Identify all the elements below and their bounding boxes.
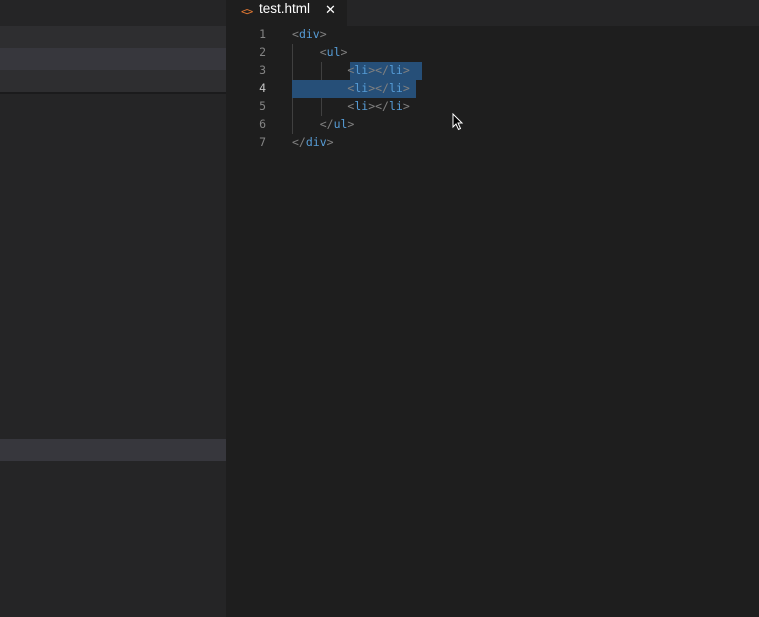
code-brackets-icon: <> bbox=[241, 5, 253, 18]
side-panel-row[interactable] bbox=[0, 70, 226, 92]
app-window: <> test.html ✕ 1 <div> 2 <ul> 3 <li></li… bbox=[0, 0, 759, 617]
code-line[interactable]: 1 <div> bbox=[226, 26, 759, 44]
line-number: 4 bbox=[259, 81, 266, 95]
line-number: 3 bbox=[259, 63, 266, 77]
code-text: <div> bbox=[292, 27, 327, 41]
code-line[interactable]: 6 </ul> bbox=[226, 116, 759, 134]
side-panel-divider bbox=[0, 92, 226, 94]
line-number: 5 bbox=[259, 99, 266, 113]
code-text: <li></li> bbox=[347, 63, 410, 77]
code-line[interactable]: 4 <li></li> bbox=[226, 80, 759, 98]
code-text: <li></li> bbox=[347, 81, 410, 95]
side-panel bbox=[0, 0, 226, 617]
side-panel-section-header[interactable] bbox=[0, 439, 226, 461]
side-panel-header bbox=[0, 0, 226, 26]
line-number: 6 bbox=[259, 117, 266, 131]
line-number: 7 bbox=[259, 135, 266, 149]
code-line[interactable]: 2 <ul> bbox=[226, 44, 759, 62]
code-text: </div> bbox=[292, 135, 334, 149]
close-icon[interactable]: ✕ bbox=[325, 3, 336, 18]
code-line[interactable]: 3 <li></li> bbox=[226, 62, 759, 80]
code-editor[interactable]: 1 <div> 2 <ul> 3 <li></li> 4 <li></li> 5… bbox=[226, 26, 759, 617]
tab-label: test.html bbox=[259, 1, 311, 16]
tab-bar: <> test.html ✕ bbox=[226, 0, 759, 26]
line-number: 2 bbox=[259, 45, 266, 59]
code-line[interactable]: 5 <li></li> bbox=[226, 98, 759, 116]
line-number: 1 bbox=[259, 27, 266, 41]
code-text: <ul> bbox=[319, 45, 348, 59]
code-line[interactable]: 7 </div> bbox=[226, 134, 759, 152]
code-text: </ul> bbox=[319, 117, 355, 131]
side-panel-row-selected[interactable] bbox=[0, 48, 226, 70]
mouse-pointer-icon bbox=[452, 113, 464, 131]
code-text: <li></li> bbox=[347, 99, 410, 113]
editor: <> test.html ✕ 1 <div> 2 <ul> 3 <li></li… bbox=[226, 0, 759, 617]
tab-test-html[interactable]: <> test.html ✕ bbox=[226, 0, 347, 26]
side-panel-row[interactable] bbox=[0, 26, 226, 48]
